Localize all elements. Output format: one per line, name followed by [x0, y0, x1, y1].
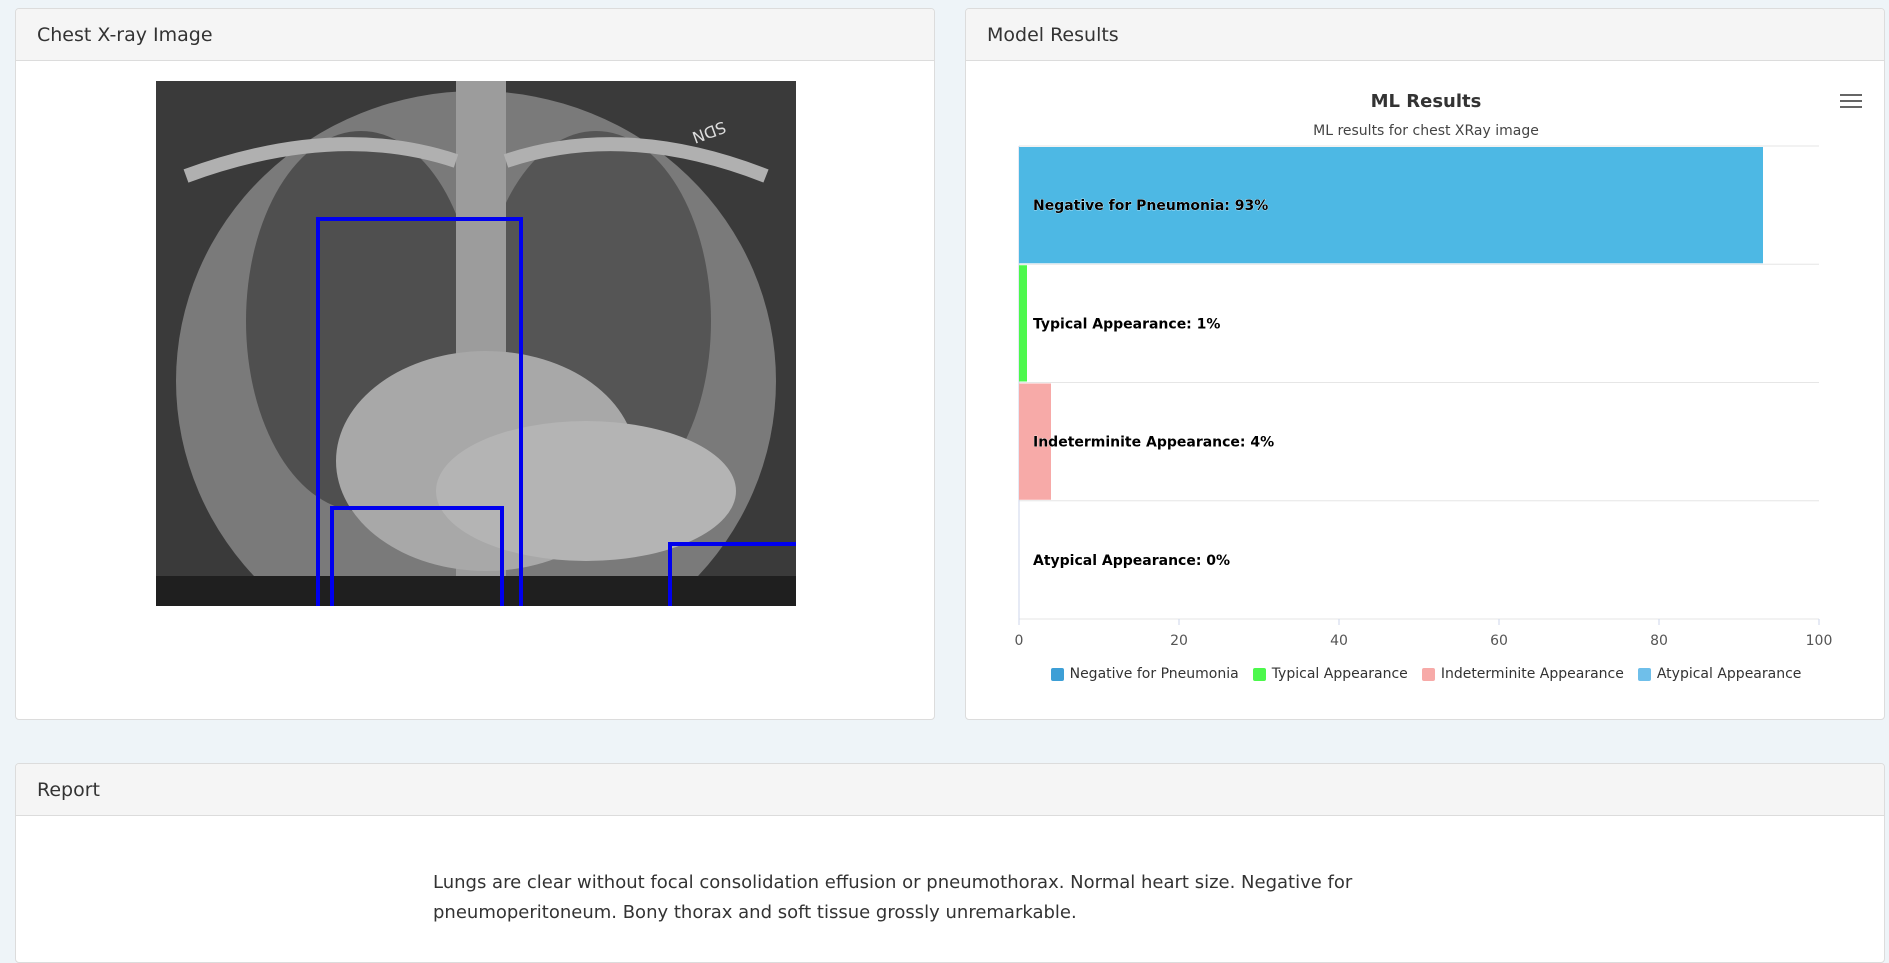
- data-label: Negative for Pneumonia: 93%: [1033, 198, 1268, 214]
- tick-label: 100: [1806, 633, 1833, 649]
- ml-results-chart: ML Results ML results for chest XRay ima…: [966, 61, 1884, 719]
- model-panel-title: Model Results: [966, 9, 1884, 61]
- data-label: Typical Appearance: 1%: [1033, 316, 1220, 332]
- xray-panel-title: Chest X-ray Image: [16, 9, 934, 61]
- report-panel: Report Lungs are clear without focal con…: [15, 763, 1885, 963]
- tick-label: 0: [1015, 633, 1024, 649]
- legend-label: Negative for Pneumonia: [1069, 666, 1239, 682]
- legend-swatch-typical: [1252, 667, 1266, 681]
- legend-item-negative[interactable]: Negative for Pneumonia: [1050, 666, 1239, 682]
- legend-swatch-atypical: [1637, 667, 1651, 681]
- legend-swatch-indeterminate: [1421, 667, 1435, 681]
- legend-item-typical[interactable]: Typical Appearance: [1252, 666, 1408, 682]
- report-text: Lungs are clear without focal consolidat…: [433, 872, 1353, 923]
- tick-label: 60: [1490, 633, 1508, 649]
- legend-label: Indeterminite Appearance: [1440, 666, 1624, 682]
- report-panel-title: Report: [16, 764, 1884, 816]
- legend-item-atypical[interactable]: Atypical Appearance: [1637, 666, 1802, 682]
- legend-swatch-negative: [1050, 667, 1064, 681]
- tick-label: 20: [1170, 633, 1188, 649]
- legend-item-indeterminate[interactable]: Indeterminite Appearance: [1421, 666, 1624, 682]
- bar-chart-svg: Negative for Pneumonia: 93% Typical Appea…: [1015, 145, 1833, 649]
- legend-label: Atypical Appearance: [1656, 666, 1802, 682]
- legend-label: Typical Appearance: [1271, 666, 1408, 682]
- chart-legend: Negative for Pneumonia Typical Appearanc…: [966, 666, 1884, 682]
- model-results-panel: Model Results ML Results ML results for …: [965, 8, 1885, 720]
- tick-label: 40: [1330, 633, 1348, 649]
- chest-xray-image: SDN: [156, 81, 796, 606]
- xray-panel: Chest X-ray Image SDN: [15, 8, 935, 720]
- tick-label: 80: [1650, 633, 1668, 649]
- data-label: Indeterminite Appearance: 4%: [1033, 435, 1274, 451]
- bar[interactable]: [1019, 265, 1027, 382]
- data-label: Atypical Appearance: 0%: [1033, 553, 1230, 569]
